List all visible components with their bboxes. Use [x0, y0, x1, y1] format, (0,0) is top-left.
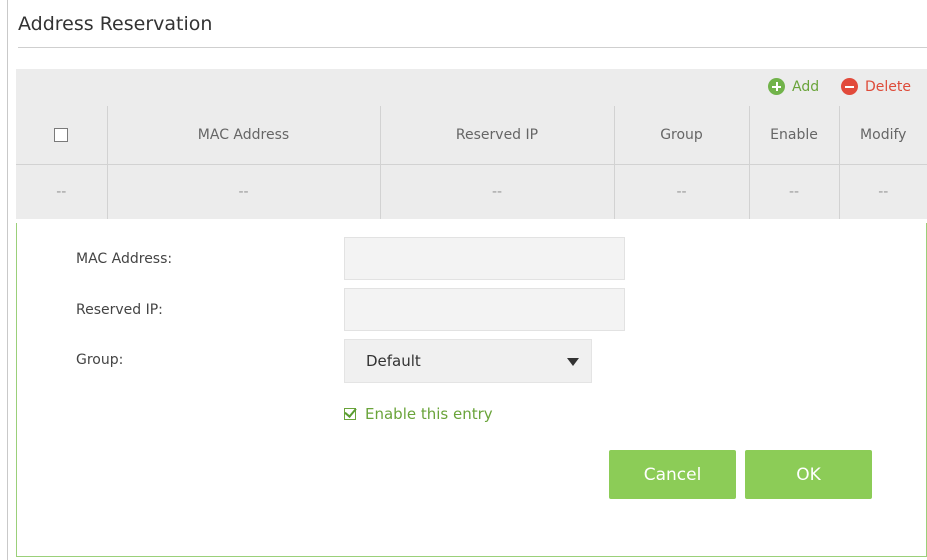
enable-entry-label: Enable this entry: [365, 405, 493, 423]
column-header-reserved-ip: Reserved IP: [380, 106, 615, 165]
mac-address-label: MAC Address:: [76, 251, 173, 267]
table-cell: --: [380, 164, 615, 219]
reservation-form-panel: MAC Address: Reserved IP: Group: Default…: [16, 223, 927, 557]
select-all-checkbox[interactable]: [54, 128, 69, 142]
checkbox-checked-icon: [344, 408, 356, 420]
cancel-button[interactable]: Cancel: [609, 450, 736, 499]
plus-circle-icon: [768, 78, 785, 95]
reserved-ip-label: Reserved IP:: [76, 302, 163, 318]
left-border: [7, 0, 8, 560]
column-header-mac: MAC Address: [107, 106, 381, 165]
reserved-ip-input[interactable]: [344, 288, 625, 331]
table-cell: --: [749, 164, 840, 219]
table-cell: --: [878, 184, 889, 200]
select-all-cell: [16, 106, 108, 165]
ok-button[interactable]: OK: [745, 450, 872, 499]
table-cell: --: [107, 164, 381, 219]
reservation-table: MAC Address Reserved IP Group Enable Mod…: [16, 106, 927, 219]
mac-address-input[interactable]: [344, 237, 625, 280]
delete-button[interactable]: Delete: [841, 78, 911, 95]
table-toolbar: Add Delete: [16, 69, 927, 106]
add-button[interactable]: Add: [768, 78, 819, 95]
table-cell: --: [614, 164, 750, 219]
add-label: Add: [792, 78, 820, 95]
column-header-enable: Enable: [749, 106, 840, 165]
group-selected-value: Default: [366, 352, 421, 370]
table-header-row: MAC Address Reserved IP Group Enable Mod…: [16, 106, 927, 165]
dropdown-arrow-icon: [567, 358, 579, 366]
column-header-modify: Modify: [839, 106, 927, 165]
group-label: Group:: [76, 352, 124, 368]
column-header-group: Group: [614, 106, 750, 165]
enable-entry-checkbox[interactable]: Enable this entry: [344, 405, 493, 423]
table-row: -- -- -- -- -- --: [16, 164, 927, 219]
group-select[interactable]: Default: [344, 339, 592, 383]
title-divider: [18, 47, 927, 48]
delete-label: Delete: [865, 78, 911, 95]
page-title: Address Reservation: [18, 13, 213, 35]
table-cell: --: [16, 164, 108, 219]
minus-circle-icon: [841, 78, 858, 95]
